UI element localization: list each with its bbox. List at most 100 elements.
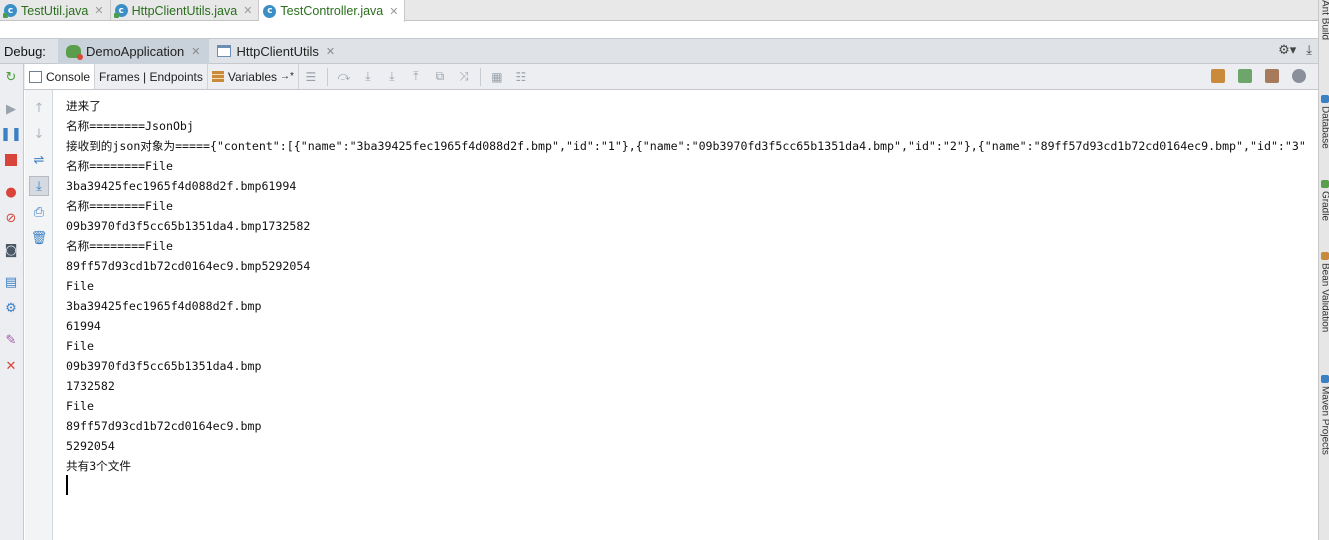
debug-config-icon	[66, 44, 83, 60]
console-line: 1732582	[66, 379, 115, 393]
vertical-tab-label: Ant Build	[1319, 0, 1329, 41]
gradle-icon	[1320, 180, 1329, 188]
separator	[326, 67, 328, 86]
tab-variables[interactable]: Variables →*	[208, 64, 299, 89]
vertical-tab-label: Bean Validation	[1319, 263, 1329, 333]
close-icon[interactable]: ✕	[243, 4, 252, 17]
console-line: 共有3个文件	[66, 459, 131, 473]
settings-icon[interactable]: ⚙	[3, 300, 19, 316]
bean-validation-tab[interactable]: Bean Validation	[1319, 252, 1329, 332]
editor-tab-bar: c TestUtil.java ✕ c HttpClientUtils.java…	[0, 0, 1318, 22]
console-line: 名称========File	[66, 199, 173, 213]
restore-layout-arrow: →*	[280, 71, 294, 82]
maven-icon	[1320, 375, 1329, 383]
console-line: 接收到的json对象为====={"content":[{"name":"3ba…	[66, 139, 1306, 153]
console-line: 09b3970fd3f5cc65b1351da4.bmp1732582	[66, 219, 311, 233]
debug-tab-httpclientutils[interactable]: HttpClientUtils ✕	[209, 39, 344, 64]
mute-breakpoints-icon[interactable]: ⊘	[3, 210, 19, 226]
console-line: File	[66, 399, 94, 413]
step-into-icon[interactable]: ⤓	[361, 69, 375, 84]
debug-toolbar: Console Frames | Endpoints Variables →* …	[0, 64, 1318, 90]
close-icon[interactable]: ✕	[94, 4, 103, 17]
variables-icon	[211, 71, 224, 82]
console-line: 名称========JsonObj	[66, 119, 194, 133]
get-thread-dump-icon[interactable]: ◙	[3, 242, 19, 258]
down-arrow-icon[interactable]: ↓	[31, 126, 47, 142]
restore-layout-icon[interactable]: ▤	[3, 274, 19, 290]
console-line: 进来了	[66, 99, 101, 113]
tab-testutil-java[interactable]: c TestUtil.java ✕	[0, 0, 111, 21]
bean-icon	[1320, 252, 1329, 260]
console-icon	[29, 70, 42, 83]
toolbar-right-actions	[1211, 69, 1306, 83]
console-line: 61994	[66, 319, 101, 333]
console-line: File	[66, 279, 94, 293]
tab-label: TestController.java	[280, 4, 384, 18]
tab-frames-endpoints[interactable]: Frames | Endpoints	[95, 64, 208, 89]
force-step-into-icon[interactable]: ⤓	[385, 69, 399, 84]
soft-wrap-icon[interactable]: ⇌	[31, 152, 47, 168]
scroll-to-end-icon[interactable]: ⤓	[29, 176, 49, 196]
debug-tool-window-header: Debug: DemoApplication ✕ HttpClientUtils…	[0, 38, 1318, 64]
tab-label: HttpClientUtils.java	[131, 3, 238, 18]
tab-label: Frames | Endpoints	[99, 69, 203, 84]
debug-header-actions: ⚙▾ ⤓	[1278, 43, 1312, 58]
console-actions-gutter: ↑ ↓ ⇌ ⤓ ⎙ 🗑	[25, 90, 53, 540]
console-line: 3ba39425fec1965f4d088d2f.bmp	[66, 299, 262, 313]
print-icon[interactable]: ⎙	[31, 204, 47, 220]
debug-title: Debug:	[4, 43, 46, 59]
vertical-tab-label: Maven Projects	[1319, 386, 1329, 455]
tab-label: Console	[46, 69, 91, 84]
debug-tab-demoapplication[interactable]: DemoApplication ✕	[58, 38, 209, 64]
pin-icon[interactable]: ✎	[3, 332, 19, 348]
console-output[interactable]: 进来了 名称========JsonObj 接收到的json对象为====={"…	[54, 90, 1318, 540]
tab-httpclientutils-java[interactable]: c HttpClientUtils.java ✕	[111, 0, 260, 21]
evaluate-expression-icon[interactable]: ▦	[490, 70, 504, 84]
show-execution-point-icon[interactable]: ☰	[304, 70, 318, 84]
vertical-tab-label: Gradle	[1319, 191, 1329, 222]
ant-build-tab[interactable]: Ant Build	[1319, 0, 1329, 40]
java-class-icon: c	[113, 4, 128, 18]
java-class-icon: c	[3, 4, 17, 18]
close-icon[interactable]: ✕	[191, 45, 200, 58]
text-cursor	[66, 475, 68, 495]
debug-tab-label: HttpClientUtils	[236, 43, 319, 59]
debug-actions-gutter: ↻ ▶ ❚❚ ● ⊘ ◙ ▤ ⚙ ✎ ✕	[0, 64, 24, 540]
java-class-icon: c	[263, 4, 277, 18]
close-icon[interactable]: ✕	[389, 5, 398, 18]
restore-layout-icon[interactable]	[1211, 69, 1225, 83]
step-out-icon[interactable]: ⤒	[409, 69, 423, 84]
step-over-icon[interactable]: ⤼	[337, 69, 351, 84]
console-line: 89ff57d93cd1b72cd0164ec9.bmp5292054	[66, 259, 311, 273]
right-tool-window-strip: Ant Build Database Gradle Bean Validatio…	[1318, 0, 1329, 540]
console-line: File	[66, 339, 94, 353]
tab-testcontroller-java[interactable]: c TestController.java ✕	[259, 0, 406, 22]
pause-program-icon[interactable]: ❚❚	[0, 126, 22, 142]
rerun-icon[interactable]: ↻	[3, 69, 19, 85]
drop-frame-icon[interactable]: ⧉	[433, 69, 447, 84]
tab-console[interactable]: Console	[25, 64, 96, 89]
separator	[479, 67, 481, 86]
hide-panel-icon[interactable]: ⤓	[1306, 43, 1312, 58]
gradle-tab[interactable]: Gradle	[1319, 180, 1329, 221]
database-icon	[1320, 95, 1329, 103]
stop-icon[interactable]	[3, 152, 19, 168]
debug-tab-label: DemoApplication	[86, 43, 185, 59]
trace-current-stream-icon[interactable]: ☷	[514, 70, 528, 84]
memory-view-icon[interactable]	[1265, 69, 1279, 83]
database-tab[interactable]: Database	[1319, 95, 1329, 149]
database-icon[interactable]	[1238, 69, 1252, 83]
console-line: 5292054	[66, 439, 115, 453]
gauge-icon[interactable]	[1292, 69, 1306, 83]
clear-all-icon[interactable]: 🗑	[31, 230, 48, 246]
settings-gear-icon[interactable]: ⚙▾	[1278, 43, 1296, 58]
close-icon[interactable]: ✕	[3, 358, 19, 374]
close-icon[interactable]: ✕	[326, 45, 335, 58]
console-line: 名称========File	[66, 159, 173, 173]
run-to-cursor-icon[interactable]: ⤨	[457, 69, 471, 84]
run-config-icon	[216, 45, 231, 57]
maven-projects-tab[interactable]: Maven Projects	[1319, 375, 1329, 455]
view-breakpoints-icon[interactable]: ●	[3, 184, 19, 200]
up-arrow-icon[interactable]: ↑	[31, 100, 47, 116]
resume-program-icon[interactable]: ▶	[3, 101, 19, 117]
